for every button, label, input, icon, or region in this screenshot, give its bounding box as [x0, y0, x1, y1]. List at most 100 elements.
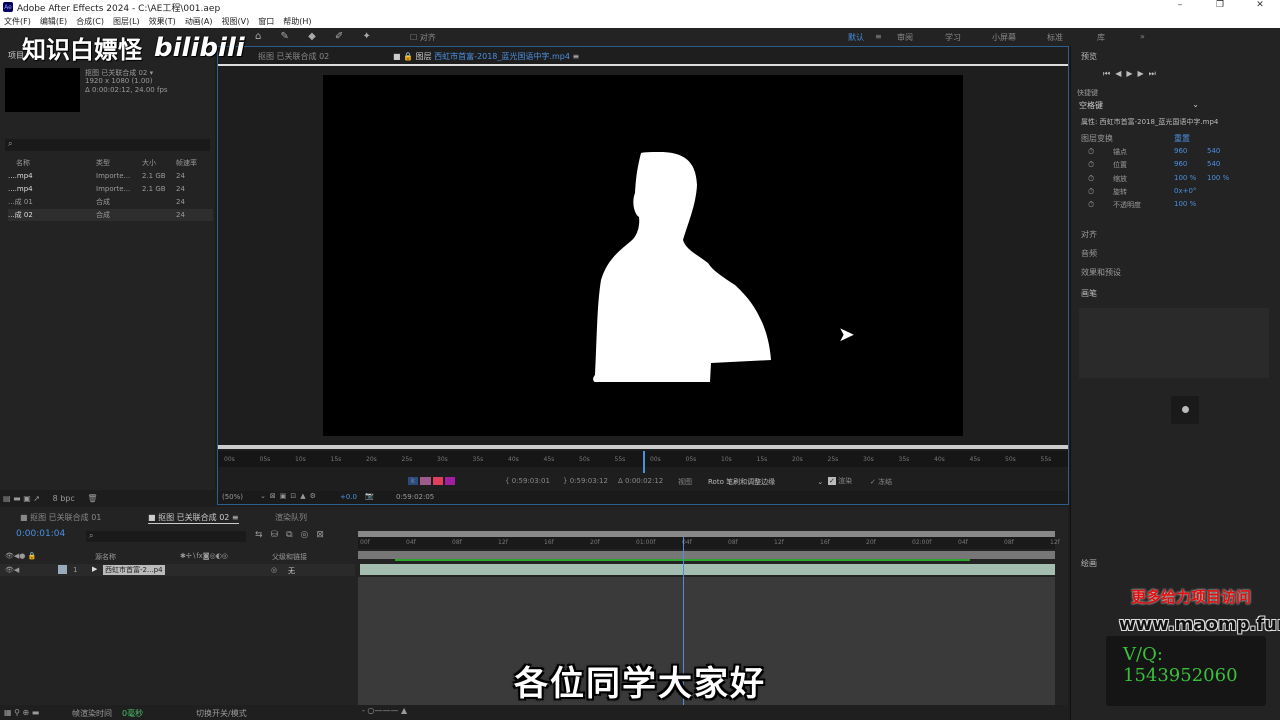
tab-timeline-comp02[interactable]: ■ 抠图 已关联合成 02 ≡ [148, 512, 239, 524]
stopwatch-icon[interactable]: ⏱ [1088, 147, 1094, 157]
workspace-learn[interactable]: 学习 [945, 32, 961, 43]
timeline-tick: 08f [452, 539, 462, 546]
prop-value-2[interactable]: 100 % [1207, 174, 1229, 182]
col-source-name[interactable]: 源名称 [95, 552, 116, 562]
timeline-ruler[interactable]: 00f 04f 08f 12f 16f 20f 01:00f 04f 08f 12f 16f 20f 0… [358, 537, 1060, 549]
menu-effect[interactable]: 效果(T) [149, 16, 176, 27]
timeline-search-input[interactable]: ⌕ [86, 531, 246, 542]
stopwatch-icon[interactable]: ⏱ [1088, 160, 1094, 170]
menu-animation[interactable]: 动画(A) [185, 16, 213, 27]
prop-value-1[interactable]: 100 % [1174, 174, 1196, 182]
visibility-toggle[interactable]: 👁◀ [5, 566, 19, 574]
zoom-slider[interactable]: - ○——— ▲ [362, 706, 407, 715]
project-item[interactable]: ....mp4 Importe... 2.1 GB 24 [8, 170, 213, 182]
menu-composition[interactable]: 合成(C) [76, 16, 104, 27]
layer-name[interactable]: 西虹市首富-2...p4 [103, 565, 165, 575]
project-item[interactable]: ...成 01 合成 24 [8, 196, 213, 208]
workspace-small-screen[interactable]: 小屏幕 [992, 32, 1016, 43]
tab-comp-viewer[interactable]: 抠图 已关联合成 02 [258, 51, 329, 62]
current-timecode[interactable]: 0:00:01:04 [16, 529, 65, 539]
menu-help[interactable]: 帮助(H) [283, 16, 311, 27]
prop-value-2[interactable]: 540 [1207, 160, 1220, 168]
workspace-library[interactable]: 库 [1097, 32, 1105, 43]
trash-icon[interactable]: 🗑 [87, 494, 97, 503]
brush-preview [1171, 396, 1199, 424]
view-dropdown-value: Roto 笔刷和调整边缘 [708, 478, 776, 486]
out-point[interactable]: } 0:59:03:12 [563, 477, 608, 485]
section-audio[interactable]: 音频 [1081, 248, 1097, 259]
section-align[interactable]: 对齐 [1081, 229, 1097, 240]
minimize-button[interactable]: – [1160, 0, 1200, 14]
ruler-tick: 30s [863, 456, 874, 463]
layer-duration-bar[interactable] [360, 564, 1055, 575]
view-dropdown[interactable]: Roto 笔刷和调整边缘 ⌄ [708, 477, 823, 487]
restore-button[interactable]: ❐ [1200, 0, 1240, 14]
current-time[interactable]: 0:59:02:05 [396, 493, 434, 501]
project-search-input[interactable]: ⌕ [5, 139, 210, 151]
workspace-standard[interactable]: 标准 [1047, 32, 1063, 43]
brush-presets[interactable] [1079, 308, 1269, 378]
close-button[interactable]: ✕ [1240, 0, 1280, 14]
section-effects-presets[interactable]: 效果和预设 [1081, 267, 1121, 278]
tool-icons[interactable]: ⌂ ✎ ◆ ✐ ✦ [255, 31, 379, 42]
snapshot-icon[interactable]: 📷 [365, 492, 374, 500]
viewer-option-icons[interactable]: ⌄⊠▣⊡▲⚙ [260, 492, 320, 500]
stopwatch-icon[interactable]: ⏱ [1088, 200, 1094, 210]
timeline-switch-icons[interactable]: ⇆⛁⧉◎⊠ [255, 530, 332, 540]
playback-controls[interactable]: ⏮◀▶▶⏭ [1103, 69, 1161, 79]
freeze-button[interactable]: ✓ 冻结 [870, 477, 892, 487]
project-item[interactable]: ....mp4 Importe... 2.1 GB 24 [8, 183, 213, 195]
zoom-dropdown[interactable]: (50%) [222, 493, 243, 501]
item-fps: 24 [176, 211, 185, 219]
shortcut-dropdown[interactable]: 空格键 ⌄ [1079, 100, 1199, 111]
interpret-footage-icon[interactable]: ▤ [3, 494, 11, 503]
comp-work-bar[interactable] [358, 551, 1055, 559]
tab-timeline-comp01[interactable]: ■ 抠图 已关联合成 01 [20, 512, 101, 523]
workspace-default[interactable]: 默认 [848, 32, 864, 43]
workspace-more[interactable]: » [1140, 32, 1145, 41]
menu-window[interactable]: 窗口 [258, 16, 274, 27]
workspace-menu-icon[interactable]: ≡ [875, 32, 882, 41]
col-fps[interactable]: 帧速率 [176, 158, 197, 168]
col-name[interactable]: 名称 [8, 158, 78, 168]
viewer-scrollbar[interactable] [218, 445, 1068, 449]
stopwatch-icon[interactable]: ⏱ [1088, 174, 1094, 184]
col-parent[interactable]: 父级和链接 [272, 552, 307, 562]
project-item-selected[interactable]: ...成 02 合成 24 [8, 209, 213, 221]
prop-value-1[interactable]: 960 [1174, 160, 1187, 168]
view-swatches[interactable]: k [408, 477, 456, 485]
label-color[interactable] [58, 565, 67, 574]
menu-file[interactable]: 文件(F) [4, 16, 31, 27]
status-icons[interactable]: ▦ ⚲ ⊕ ▬ [4, 708, 39, 717]
prop-value-1[interactable]: 0x+0° [1174, 187, 1196, 195]
toggle-switches-modes[interactable]: 切换开关/模式 [196, 708, 247, 719]
prop-value-1[interactable]: 960 [1174, 147, 1187, 155]
new-comp-icon[interactable]: ▣ [23, 494, 31, 503]
parent-pickwhip-icon[interactable]: ◎ [271, 566, 277, 574]
layer-row[interactable]: 👁◀ 1 ▶ 西虹市首富-2...p4 ◎ 无 [0, 564, 355, 576]
promo-url: www.maomp.fun [1119, 614, 1280, 635]
ruler-tick: 05s [685, 456, 697, 463]
tab-layer-viewer[interactable]: ■ 🔒 图层 西虹市首富-2018_蓝光国语中字.mp4 ≡ [393, 51, 579, 62]
new-folder-icon[interactable]: ▬ [13, 494, 21, 503]
col-type[interactable]: 类型 [78, 158, 142, 168]
col-size[interactable]: 大小 [142, 158, 176, 168]
in-point[interactable]: { 0:59:03:01 [505, 477, 550, 485]
viewer-playhead[interactable] [643, 451, 645, 473]
menu-layer[interactable]: 图层(L) [113, 16, 140, 27]
parent-dropdown[interactable]: 无 [288, 566, 295, 576]
render-checkbox[interactable]: ✓ 渲染 [828, 476, 852, 486]
exposure-value[interactable]: +0.0 [340, 493, 357, 501]
bpc-button[interactable]: 8 bpc [53, 494, 75, 503]
render-icon[interactable]: ➚ [33, 494, 40, 503]
snap-toggle[interactable]: ☐ 对齐 [410, 32, 436, 43]
tab-render-queue[interactable]: 渲染队列 [275, 512, 307, 523]
prop-value-2[interactable]: 540 [1207, 147, 1220, 155]
menu-view[interactable]: 视图(V) [222, 16, 250, 27]
reset-button[interactable]: 重置 [1174, 133, 1190, 144]
prop-value-1[interactable]: 100 % [1174, 200, 1196, 208]
stopwatch-icon[interactable]: ⏱ [1088, 187, 1094, 197]
workspace-review[interactable]: 审阅 [897, 32, 913, 43]
layer-canvas[interactable] [323, 75, 963, 436]
menu-edit[interactable]: 编辑(E) [40, 16, 67, 27]
